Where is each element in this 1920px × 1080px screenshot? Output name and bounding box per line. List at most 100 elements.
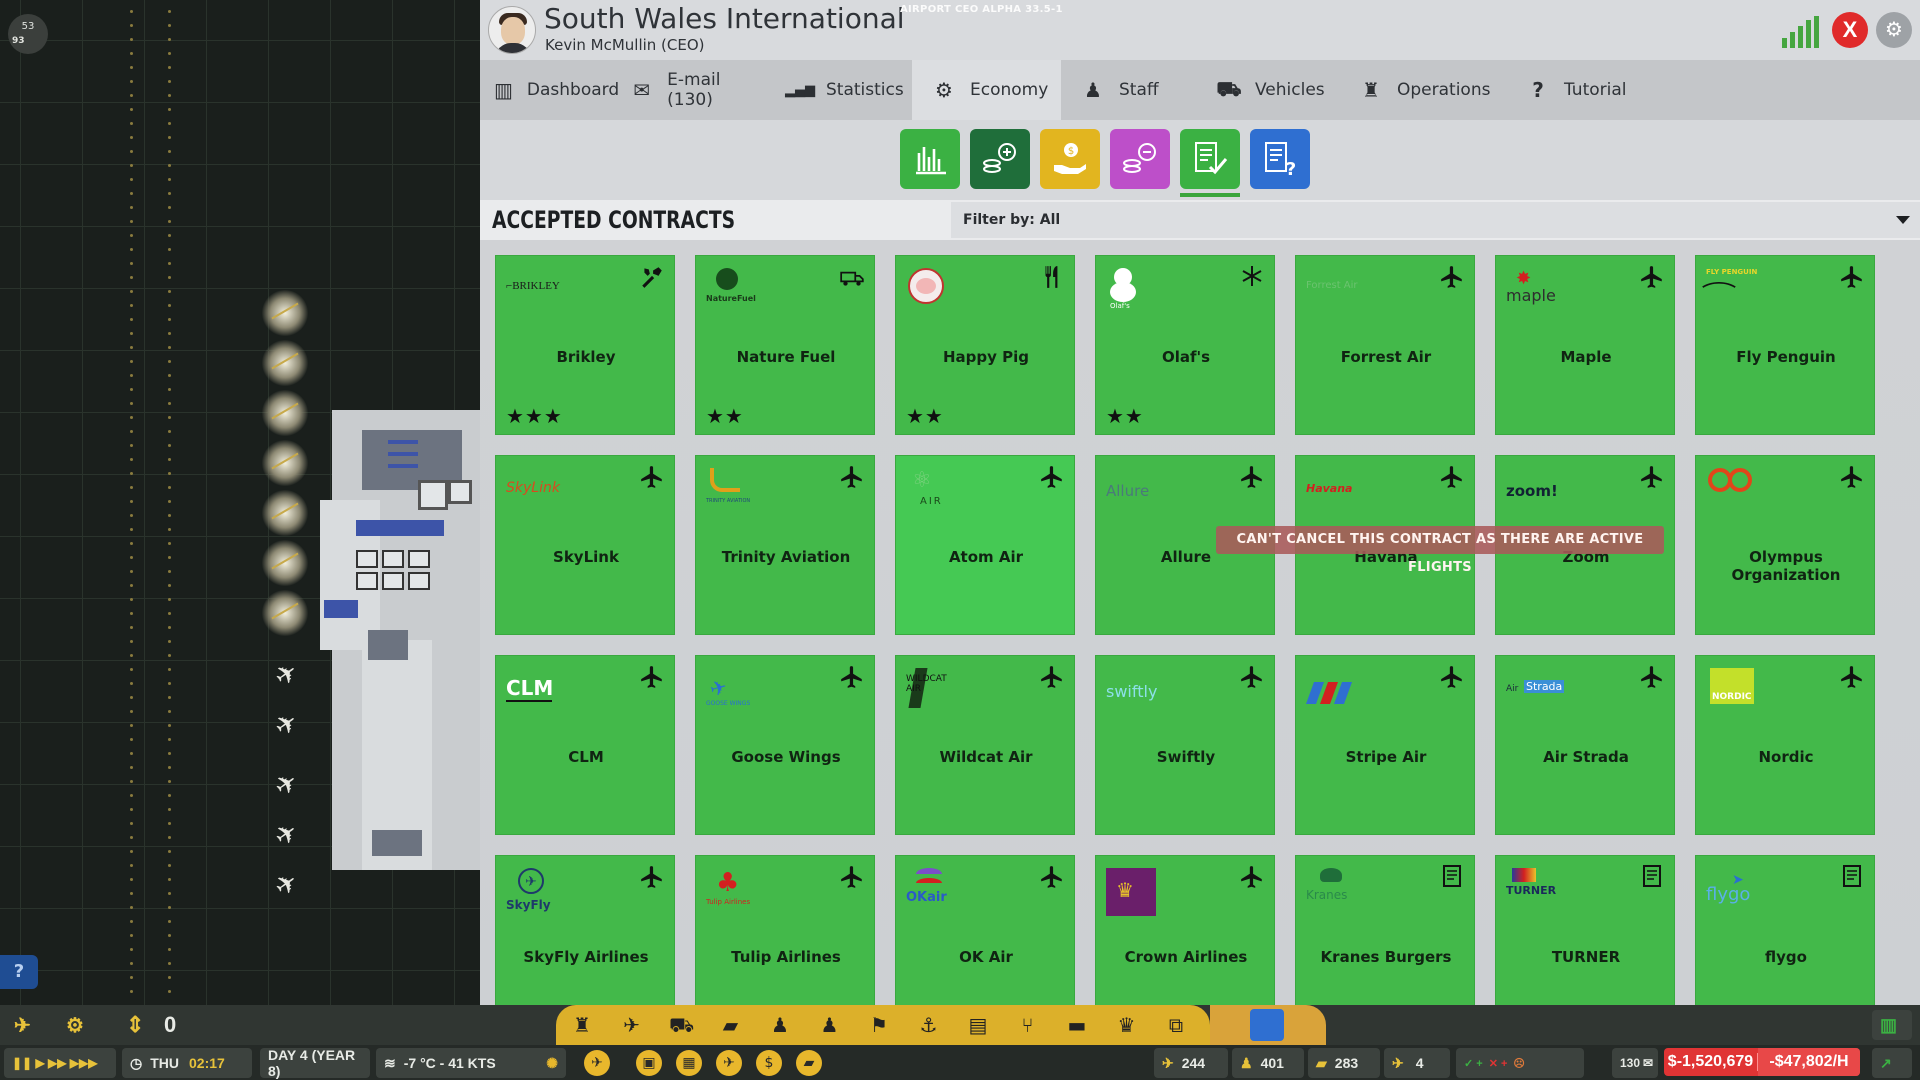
bar-chart-icon [910, 139, 950, 179]
help-button[interactable]: ? [0, 955, 38, 989]
contract-card-happy-pig[interactable]: Happy Pig ★★ [895, 255, 1075, 435]
contract-card-flygo[interactable]: ➤ flygo flygo [1695, 855, 1875, 1005]
overlay-grid-button[interactable] [1250, 1009, 1284, 1041]
plane-icon[interactable]: ✈ [716, 1050, 742, 1076]
desk-icon[interactable]: ▤ [966, 1013, 990, 1037]
airplane-icon [838, 464, 866, 492]
needs-indicator[interactable]: ✓ + ✕ + ☹ [1456, 1048, 1584, 1078]
contract-card-ok-air[interactable]: OKair OK Air [895, 855, 1075, 1005]
contract-card-wildcat-air[interactable]: WILDCAT AIR Wildcat Air [895, 655, 1075, 835]
cutlery-icon[interactable]: ⑂ [1016, 1013, 1040, 1037]
economy-contract-offers-button[interactable]: ? [1250, 129, 1310, 189]
grid-icon[interactable]: ▦ [676, 1050, 702, 1076]
contract-card-air-strada[interactable]: Air Strada Air Strada [1495, 655, 1675, 835]
world-stat-top: 53 [21, 21, 35, 32]
tab-economy[interactable]: ⚙ Economy [912, 60, 1061, 120]
contract-card-forrest-air[interactable]: Forrest Air Forrest Air [1295, 255, 1475, 435]
floor-switch-icon[interactable]: ⇕ [118, 1010, 152, 1040]
tab-label: Staff [1119, 80, 1159, 100]
economy-chart-button[interactable] [900, 129, 960, 189]
contract-name: Olaf's [1161, 348, 1211, 366]
flight-count: 4 [1415, 1055, 1424, 1071]
contract-card-fly-penguin[interactable]: FLY PENGUIN ⌒ Fly Penguin [1695, 255, 1875, 435]
airline-logo: ➤ flygo [1706, 872, 1751, 905]
contract-card-kranes-burgers[interactable]: Kranes Kranes Burgers [1295, 855, 1475, 1005]
terminal-building[interactable] [320, 410, 480, 870]
contract-card-maple[interactable]: ✸ maple Maple [1495, 255, 1675, 435]
toggle-icon[interactable]: ▣ [636, 1050, 662, 1076]
bar-chart-icon[interactable]: ▥ [1872, 1010, 1912, 1040]
gear-icon[interactable]: ⚙ [1876, 12, 1912, 48]
world-info-badge[interactable]: 53 93 [8, 14, 48, 54]
security-icon[interactable]: ♟ [818, 1013, 842, 1037]
tower-icon[interactable]: ⚓ [917, 1013, 941, 1037]
contract-card-crown-airlines[interactable]: ♛ Crown Airlines [1095, 855, 1275, 1005]
trend-icon[interactable]: ↗ [1872, 1048, 1912, 1078]
airline-logo: Havana [1306, 482, 1353, 495]
contract-name: Kranes Burgers [1320, 948, 1452, 966]
layers-icon[interactable]: ⧉ [1164, 1013, 1188, 1037]
contract-card-nordic[interactable]: NORDIC Nordic [1695, 655, 1875, 835]
tab-statistics[interactable]: ▂▄▆ Statistics [768, 60, 912, 120]
person-icon[interactable]: ♟ [768, 1013, 792, 1037]
landing-icon[interactable]: ✈ [584, 1050, 610, 1076]
gear-icon[interactable]: ⚙ [58, 1010, 98, 1040]
money-display[interactable]: $-1,520,679 -$47,802/H [1664, 1048, 1860, 1076]
bus-icon[interactable]: ⛟ [669, 1013, 694, 1037]
floor-level: 0 [164, 1012, 177, 1037]
contract-card-skylink[interactable]: SkyLink SkyLink [495, 455, 675, 635]
tab-operations[interactable]: ♜ Operations [1339, 60, 1506, 120]
economy-loans-button[interactable]: $ [1040, 129, 1100, 189]
date-label: DAY 4 (YEAR 8) [260, 1047, 370, 1079]
overlay-stands-button[interactable] [1214, 1009, 1248, 1041]
money-icon[interactable]: $ [756, 1050, 782, 1076]
close-panel-button[interactable]: X [1832, 12, 1868, 48]
contract-card-clm[interactable]: CLM CLM [495, 655, 675, 835]
contract-card-tulip-airlines[interactable]: ♣ Tulip Airlines Tulip Airlines [695, 855, 875, 1005]
contract-card-olympus-organization[interactable]: Olympus Organization [1695, 455, 1875, 635]
contract-card-brikley[interactable]: ⌐BRIKLEY Brikley ★★★ [495, 255, 675, 435]
contract-card-goose-wings[interactable]: ✈ GOOSE WINGS Goose Wings [695, 655, 875, 835]
structure-icon[interactable]: ♜ [570, 1013, 594, 1037]
tab-staff[interactable]: ♟ Staff [1061, 60, 1197, 120]
luggage-icon[interactable]: ▰ [719, 1013, 743, 1037]
economy-expenses-button[interactable] [1110, 129, 1170, 189]
bench-icon[interactable]: ▬ [1065, 1013, 1089, 1037]
speed-controls[interactable]: ❚❚ ▶ ▶▶ ▶▶▶ [4, 1048, 116, 1078]
briefcase-icon[interactable]: ▰ [796, 1050, 822, 1076]
tab-tutorial[interactable]: ? Tutorial [1506, 60, 1656, 120]
clock-time: 02:17 [189, 1055, 225, 1071]
contract-card-trinity-aviation[interactable]: TRINITY AVIATION Trinity Aviation [695, 455, 875, 635]
mail-counter[interactable]: 130 ✉ [1612, 1048, 1658, 1078]
contract-card-olaf-s[interactable]: Olaf's Olaf's ★★ [1095, 255, 1275, 435]
contract-name: Brikley [556, 348, 616, 366]
runway-icon[interactable]: ✈ [6, 1010, 46, 1040]
contract-card-swiftly[interactable]: swiftly Swiftly [1095, 655, 1275, 835]
contract-card-atom-air[interactable]: ⚛ AIR Atom Air [895, 455, 1075, 635]
crown-icon[interactable]: ♛ [1115, 1013, 1139, 1037]
filter-dropdown[interactable]: Filter by: All [951, 202, 1920, 238]
airplane-icon [638, 464, 666, 492]
star-rating: ★★ [906, 404, 944, 428]
airline-logo: NatureFuel [706, 268, 776, 308]
airplane-icon [1838, 664, 1866, 692]
contract-card-nature-fuel[interactable]: NatureFuel Nature Fuel ★★ [695, 255, 875, 435]
overlay-vehicles-button[interactable] [1286, 1009, 1320, 1041]
ceo-avatar[interactable] [488, 6, 536, 54]
tab-e-mail[interactable]: ✉ E-mail (130) [610, 60, 768, 120]
contract-card-skyfly-airlines[interactable]: ✈ SkyFly SkyFly Airlines [495, 855, 675, 1005]
staff-count: 401 [1260, 1055, 1284, 1071]
airport-map-viewport[interactable]: ✈ ✈ ✈ ✈ ✈ 53 93 ? [0, 0, 480, 1005]
airplane-icon[interactable]: ✈ [620, 1013, 644, 1037]
contract-card-turner[interactable]: TURNER TURNER [1495, 855, 1675, 1005]
airplane-icon [1038, 664, 1066, 692]
contract-doc-icon [1638, 864, 1666, 892]
tab-vehicles[interactable]: ⛟ Vehicles [1197, 60, 1339, 120]
airplane-icon [1038, 864, 1066, 892]
contract-doc-icon [1438, 864, 1466, 892]
tab-dashboard[interactable]: ▥ Dashboard [480, 60, 619, 120]
economy-accepted-contracts-button[interactable] [1180, 129, 1240, 189]
economy-income-button[interactable] [970, 129, 1030, 189]
contract-card-stripe-air[interactable]: Stripe Air [1295, 655, 1475, 835]
flag-icon[interactable]: ⚑ [867, 1013, 891, 1037]
